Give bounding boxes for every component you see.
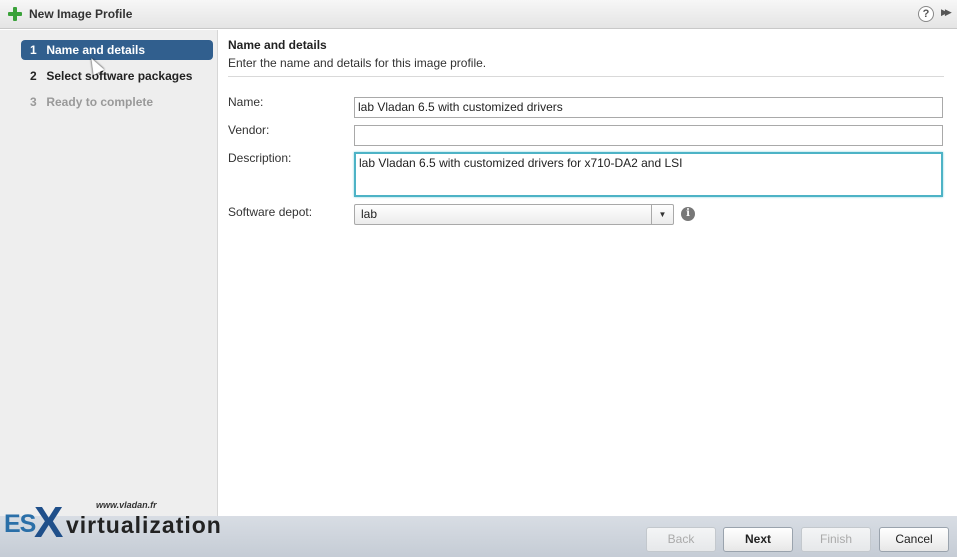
step-name-and-details[interactable]: 1 Name and details xyxy=(21,40,213,60)
add-icon xyxy=(8,7,22,21)
step-number: 1 xyxy=(30,43,37,57)
step-number: 3 xyxy=(30,95,37,109)
software-depot-value: lab xyxy=(361,207,378,221)
step-label: Ready to complete xyxy=(46,95,154,109)
software-depot-label: Software depot: xyxy=(228,205,313,219)
dialog-titlebar: New Image Profile ? ▶▶ xyxy=(0,0,957,29)
back-button[interactable]: Back xyxy=(646,527,716,552)
chevron-down-icon[interactable]: ▼ xyxy=(651,205,673,224)
esx-virtualization-watermark: www.vladan.fr ES X virtualization xyxy=(4,498,264,548)
watermark-es: ES xyxy=(4,510,36,538)
section-subtitle: Enter the name and details for this imag… xyxy=(228,56,487,70)
finish-button[interactable]: Finish xyxy=(801,527,871,552)
watermark-url: www.vladan.fr xyxy=(96,500,157,510)
next-button[interactable]: Next xyxy=(723,527,793,552)
vendor-label: Vendor: xyxy=(228,123,270,137)
name-input[interactable]: lab Vladan 6.5 with customized drivers xyxy=(354,97,943,118)
dialog-title: New Image Profile xyxy=(29,7,133,21)
wizard-content: Name and details Enter the name and deta… xyxy=(218,30,957,516)
step-number: 2 xyxy=(30,69,37,83)
step-ready-to-complete: 3 Ready to complete xyxy=(21,92,213,112)
help-icon[interactable]: ? xyxy=(918,6,934,22)
watermark-virtualization: virtualization xyxy=(66,512,222,538)
name-label: Name: xyxy=(228,95,264,109)
vendor-input[interactable] xyxy=(354,125,943,146)
watermark-x: X xyxy=(34,498,64,547)
cancel-button[interactable]: Cancel xyxy=(879,527,949,552)
wizard-steps-sidebar: 1 Name and details 2 Select software pac… xyxy=(0,30,218,516)
expand-icon[interactable]: ▶▶ xyxy=(941,7,952,18)
step-label: Select software packages xyxy=(46,69,193,83)
description-label: Description: xyxy=(228,151,292,165)
description-textarea[interactable]: lab Vladan 6.5 with customized drivers f… xyxy=(354,152,943,197)
section-divider xyxy=(228,76,944,77)
section-title: Name and details xyxy=(228,38,327,52)
info-icon[interactable]: i xyxy=(681,207,695,221)
software-depot-select[interactable]: lab ▼ xyxy=(354,204,674,225)
step-select-software-packages[interactable]: 2 Select software packages xyxy=(21,66,213,86)
